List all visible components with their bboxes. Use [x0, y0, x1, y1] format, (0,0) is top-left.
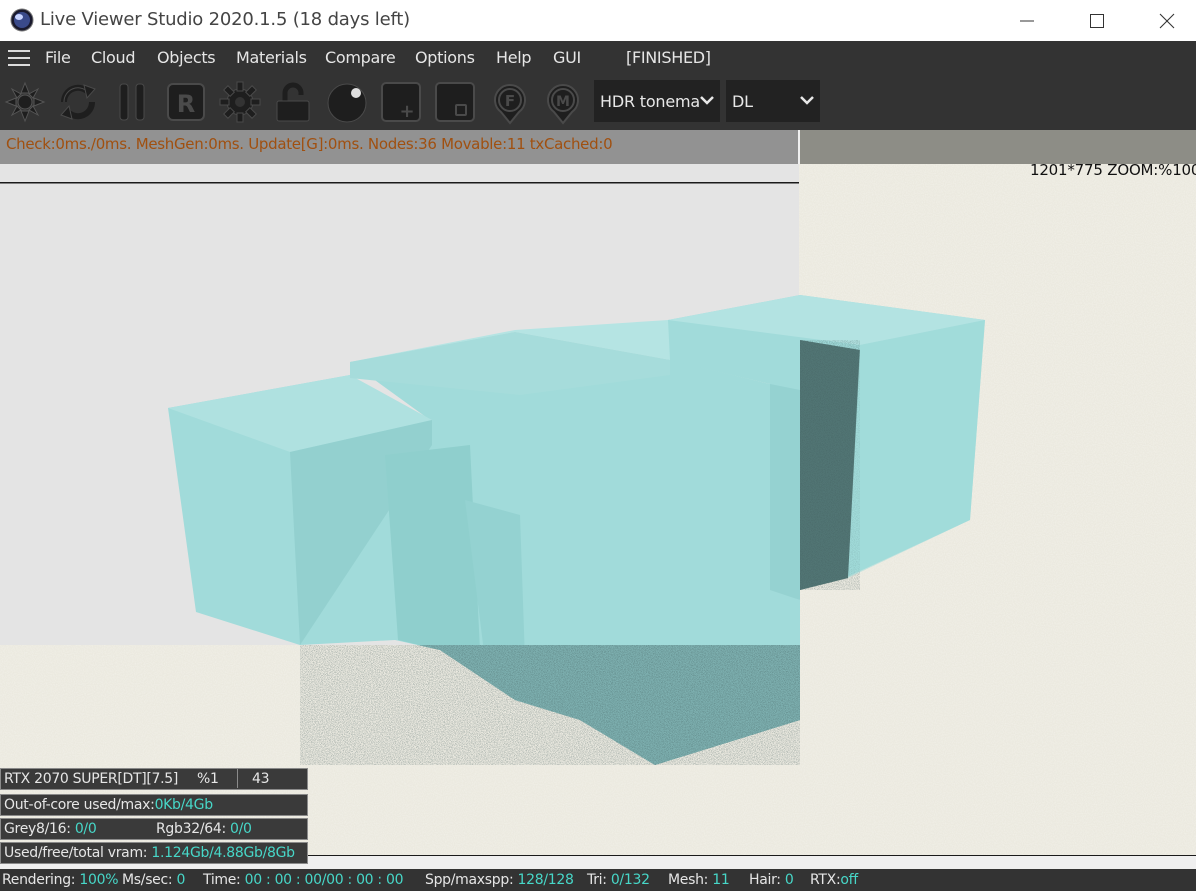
grey-value: 0/0: [74, 821, 97, 837]
svg-text:F: F: [505, 92, 515, 110]
menu-help[interactable]: Help: [496, 48, 532, 67]
spp-label: Spp/maxspp:: [425, 872, 514, 888]
pause-icon[interactable]: [109, 79, 155, 125]
toolbar: R + F M HDR tonema DL: [0, 73, 1196, 130]
svg-text:M: M: [556, 94, 570, 110]
focus-pin-icon[interactable]: F: [487, 79, 533, 125]
vram-label: Used/free/total vram:: [4, 845, 148, 861]
kernel-value: DL: [732, 92, 753, 111]
texture-count-row: Grey8/16: 0/0 Rgb32/64: 0/0: [0, 818, 308, 840]
out-of-core-row: Out-of-core used/max:0Kb/4Gb: [0, 794, 308, 816]
tri-value: 0/132: [610, 872, 650, 888]
spp-value: 128/128: [517, 872, 574, 888]
render-image: [0, 164, 1196, 856]
status-bar: Rendering: 100% Ms/sec: 0 Time: 00 : 00 …: [0, 869, 1196, 891]
rendering-label: Rendering:: [2, 872, 76, 888]
title-bar: Live Viewer Studio 2020.1.5 (18 days lef…: [0, 0, 1196, 41]
chevron-down-icon: [700, 96, 714, 105]
mesh-value: 11: [712, 872, 730, 888]
minimize-button[interactable]: [992, 0, 1062, 41]
maximize-icon: [1090, 13, 1104, 28]
svg-text:+: +: [399, 101, 414, 122]
gpu-temperature: 43: [252, 771, 270, 787]
rgb-label: Rgb32/64:: [156, 821, 226, 837]
stats-bar-noise: [800, 130, 1196, 164]
hair-value: 0: [784, 872, 794, 888]
hamburger-menu-icon[interactable]: [8, 50, 30, 66]
material-pin-icon[interactable]: M: [540, 79, 586, 125]
menu-objects[interactable]: Objects: [157, 48, 216, 67]
tonemap-dropdown[interactable]: HDR tonema: [594, 80, 720, 122]
sphere-icon[interactable]: [324, 79, 370, 125]
rtx-label: RTX:: [810, 872, 841, 888]
tri-label: Tri:: [587, 872, 607, 888]
r-icon[interactable]: R: [163, 79, 209, 125]
tonemap-value: HDR tonema: [600, 92, 700, 111]
window-title: Live Viewer Studio 2020.1.5 (18 days lef…: [40, 9, 410, 30]
rgb-value: 0/0: [230, 821, 252, 837]
gpu-info-row: RTX 2070 SUPER[DT][7.5] %1 43: [0, 768, 308, 790]
menu-file[interactable]: File: [45, 48, 71, 67]
mssec-label: Ms/sec:: [122, 872, 173, 888]
app-icon: [10, 8, 34, 32]
rtx-value: off: [840, 872, 858, 888]
close-button[interactable]: [1132, 0, 1196, 41]
gpu-divider: [237, 768, 238, 788]
chevron-down-icon: [800, 96, 814, 105]
region-icon[interactable]: [432, 79, 478, 125]
vram-row: Used/free/total vram: 1.124Gb/4.88Gb/8Gb: [0, 842, 308, 864]
grey-label: Grey8/16:: [4, 821, 71, 837]
vram-value: 1.124Gb/4.88Gb/8Gb: [151, 845, 295, 861]
menu-compare[interactable]: Compare: [325, 48, 396, 67]
mssec-value: 0: [176, 872, 186, 888]
stats-bar: Check:0ms./0ms. MeshGen:0ms. Update[G]:0…: [0, 130, 798, 164]
add-region-icon[interactable]: +: [378, 79, 424, 125]
hair-label: Hair:: [749, 872, 781, 888]
maximize-button[interactable]: [1062, 0, 1132, 41]
time-value: 00 : 00 : 00/00 : 00 : 00: [244, 872, 404, 888]
svg-text:R: R: [177, 90, 195, 118]
menu-materials[interactable]: Materials: [236, 48, 307, 67]
lock-open-icon[interactable]: [270, 79, 316, 125]
gear-icon[interactable]: [217, 79, 263, 125]
menu-cloud[interactable]: Cloud: [91, 48, 136, 67]
gpu-usage: %1: [197, 771, 219, 787]
render-viewport[interactable]: [0, 164, 1196, 856]
ooc-label: Out-of-core used/max:: [4, 797, 155, 813]
kernel-dropdown[interactable]: DL: [726, 80, 820, 122]
refresh-icon[interactable]: [55, 79, 101, 125]
ooc-value: 0Kb/4Gb: [154, 797, 214, 813]
time-label: Time:: [203, 872, 241, 888]
menu-bar: File Cloud Objects Materials Compare Opt…: [0, 41, 1196, 73]
menu-gui[interactable]: GUI: [553, 48, 581, 67]
rendering-value: 100%: [79, 872, 119, 888]
close-icon: [1159, 13, 1175, 28]
minimize-icon: [1020, 20, 1034, 21]
gpu-name: RTX 2070 SUPER[DT][7.5]: [4, 771, 179, 787]
zoom-readout: 1201*775 ZOOM:%100: [1030, 161, 1196, 179]
render-status: [FINISHED]: [626, 48, 711, 67]
menu-options[interactable]: Options: [415, 48, 475, 67]
stats-text: Check:0ms./0ms. MeshGen:0ms. Update[G]:0…: [6, 135, 613, 153]
octane-logo-icon[interactable]: [2, 79, 48, 125]
mesh-label: Mesh:: [668, 872, 709, 888]
